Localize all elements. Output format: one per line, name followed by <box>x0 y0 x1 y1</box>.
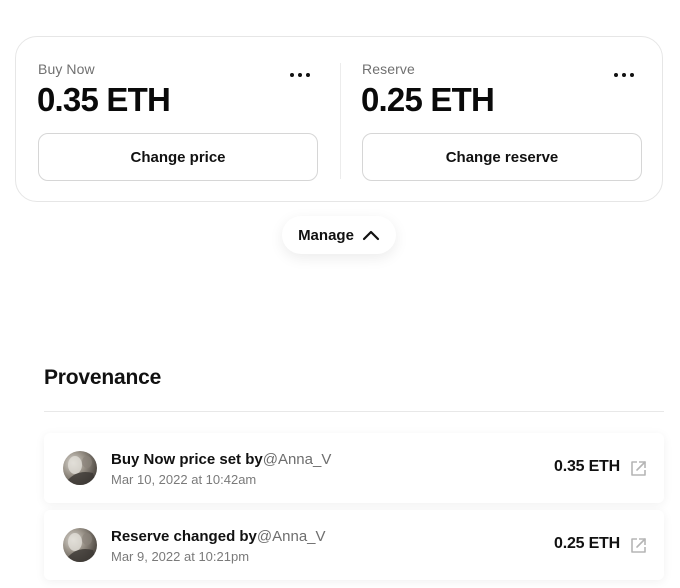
change-reserve-button[interactable]: Change reserve <box>362 133 642 181</box>
chevron-up-icon <box>362 230 380 241</box>
event-amount: 0.25 ETH <box>554 535 620 552</box>
reserve-section: Reserve 0.25 ETH Change reserve <box>340 37 664 201</box>
buy-now-section: Buy Now 0.35 ETH Change price <box>16 37 340 201</box>
more-horizontal-icon <box>614 73 618 77</box>
provenance-row: Reserve changed by@Anna_V Mar 9, 2022 at… <box>44 510 664 580</box>
manage-toggle[interactable]: Manage <box>282 216 396 254</box>
reserve-more-button[interactable] <box>610 65 638 85</box>
event-amount: 0.35 ETH <box>554 458 620 475</box>
reserve-price: 0.25 ETH <box>361 81 495 118</box>
manage-label: Manage <box>298 226 354 244</box>
event-date: Mar 10, 2022 at 10:42am <box>111 472 257 487</box>
external-link-icon[interactable] <box>630 537 647 554</box>
more-horizontal-icon <box>290 73 294 77</box>
pricing-card: Buy Now 0.35 ETH Change price Reserve 0.… <box>15 36 663 202</box>
avatar[interactable] <box>63 528 97 562</box>
change-price-button[interactable]: Change price <box>38 133 318 181</box>
provenance-title: Provenance <box>44 366 162 389</box>
provenance-row: Buy Now price set by@Anna_V Mar 10, 2022… <box>44 433 664 503</box>
event-date: Mar 9, 2022 at 10:21pm <box>111 549 250 564</box>
user-link[interactable]: @Anna_V <box>263 451 332 468</box>
provenance-divider <box>44 411 664 412</box>
buy-now-more-button[interactable] <box>286 65 314 85</box>
buy-now-price: 0.35 ETH <box>37 81 171 118</box>
reserve-label: Reserve <box>362 61 415 77</box>
user-link[interactable]: @Anna_V <box>257 528 326 545</box>
avatar[interactable] <box>63 451 97 485</box>
event-text: Reserve changed by <box>111 528 257 545</box>
event-description: Reserve changed by@Anna_V <box>111 528 326 545</box>
event-description: Buy Now price set by@Anna_V <box>111 451 331 468</box>
event-text: Buy Now price set by <box>111 451 263 468</box>
external-link-icon[interactable] <box>630 460 647 477</box>
buy-now-label: Buy Now <box>38 61 95 77</box>
